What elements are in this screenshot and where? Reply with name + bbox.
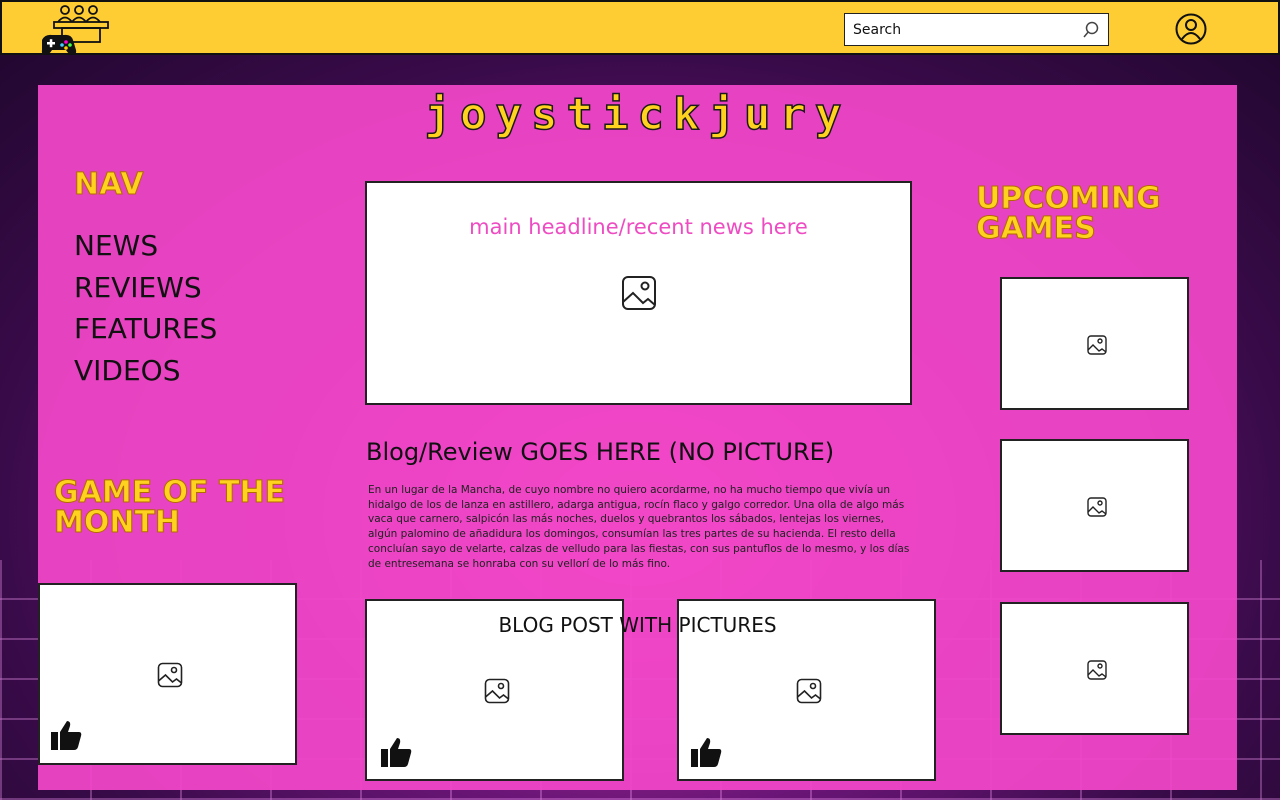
site-title[interactable]: JoystickJury	[38, 88, 1237, 141]
blog-body: En un lugar de la Mancha, de cuyo nombre…	[368, 484, 910, 570]
nav-list: NEWS REVIEWS FEATURES VIDEOS	[74, 225, 217, 391]
image-placeholder-icon	[1087, 660, 1107, 684]
headline-card[interactable]: main headline/recent news here	[365, 181, 912, 405]
search-icon[interactable]	[1082, 21, 1100, 39]
image-placeholder-icon	[1087, 335, 1107, 359]
game-of-the-month-card[interactable]	[38, 583, 297, 765]
search-box[interactable]	[844, 13, 1109, 46]
headline-placeholder: main headline/recent news here	[469, 215, 808, 239]
thumbs-up-icon[interactable]	[50, 718, 84, 752]
image-placeholder-icon	[796, 678, 822, 708]
nav-item-features[interactable]: FEATURES	[74, 308, 217, 350]
upcoming-game-card[interactable]	[1000, 602, 1189, 735]
upcoming-games-heading: UPCOMING GAMES	[976, 181, 1176, 246]
game-of-the-month-heading: GAME OF THE MONTH	[53, 475, 294, 540]
game-of-the-month-heading-text: GAME OF THE MONTH	[53, 475, 286, 540]
upcoming-game-card[interactable]	[1000, 277, 1189, 410]
main-panel: JoystickJury NAV NEWS REVIEWS FEATURES V…	[38, 85, 1237, 790]
blog-title[interactable]: Blog/Review GOES HERE (NO PICTURE)	[366, 438, 834, 466]
top-bar	[0, 0, 1280, 55]
nav-heading: NAV	[74, 167, 145, 202]
image-placeholder-icon	[157, 662, 183, 692]
thumbs-up-icon[interactable]	[380, 735, 414, 769]
nav-item-videos[interactable]: VIDEOS	[74, 350, 217, 392]
upcoming-game-card[interactable]	[1000, 439, 1189, 572]
user-icon[interactable]	[1174, 12, 1208, 46]
upcoming-games-heading-text: UPCOMING GAMES	[976, 181, 1162, 246]
nav-item-reviews[interactable]: REVIEWS	[74, 267, 217, 309]
blog-posts-label: BLOG POST WITH PICTURES	[498, 613, 777, 637]
image-placeholder-icon	[484, 678, 510, 708]
search-input[interactable]	[853, 21, 1082, 38]
thumbs-up-icon[interactable]	[690, 735, 724, 769]
image-placeholder-icon	[621, 275, 657, 315]
nav-item-news[interactable]: NEWS	[74, 225, 217, 267]
image-placeholder-icon	[1087, 497, 1107, 521]
jury-gamepad-logo[interactable]	[36, 2, 116, 57]
